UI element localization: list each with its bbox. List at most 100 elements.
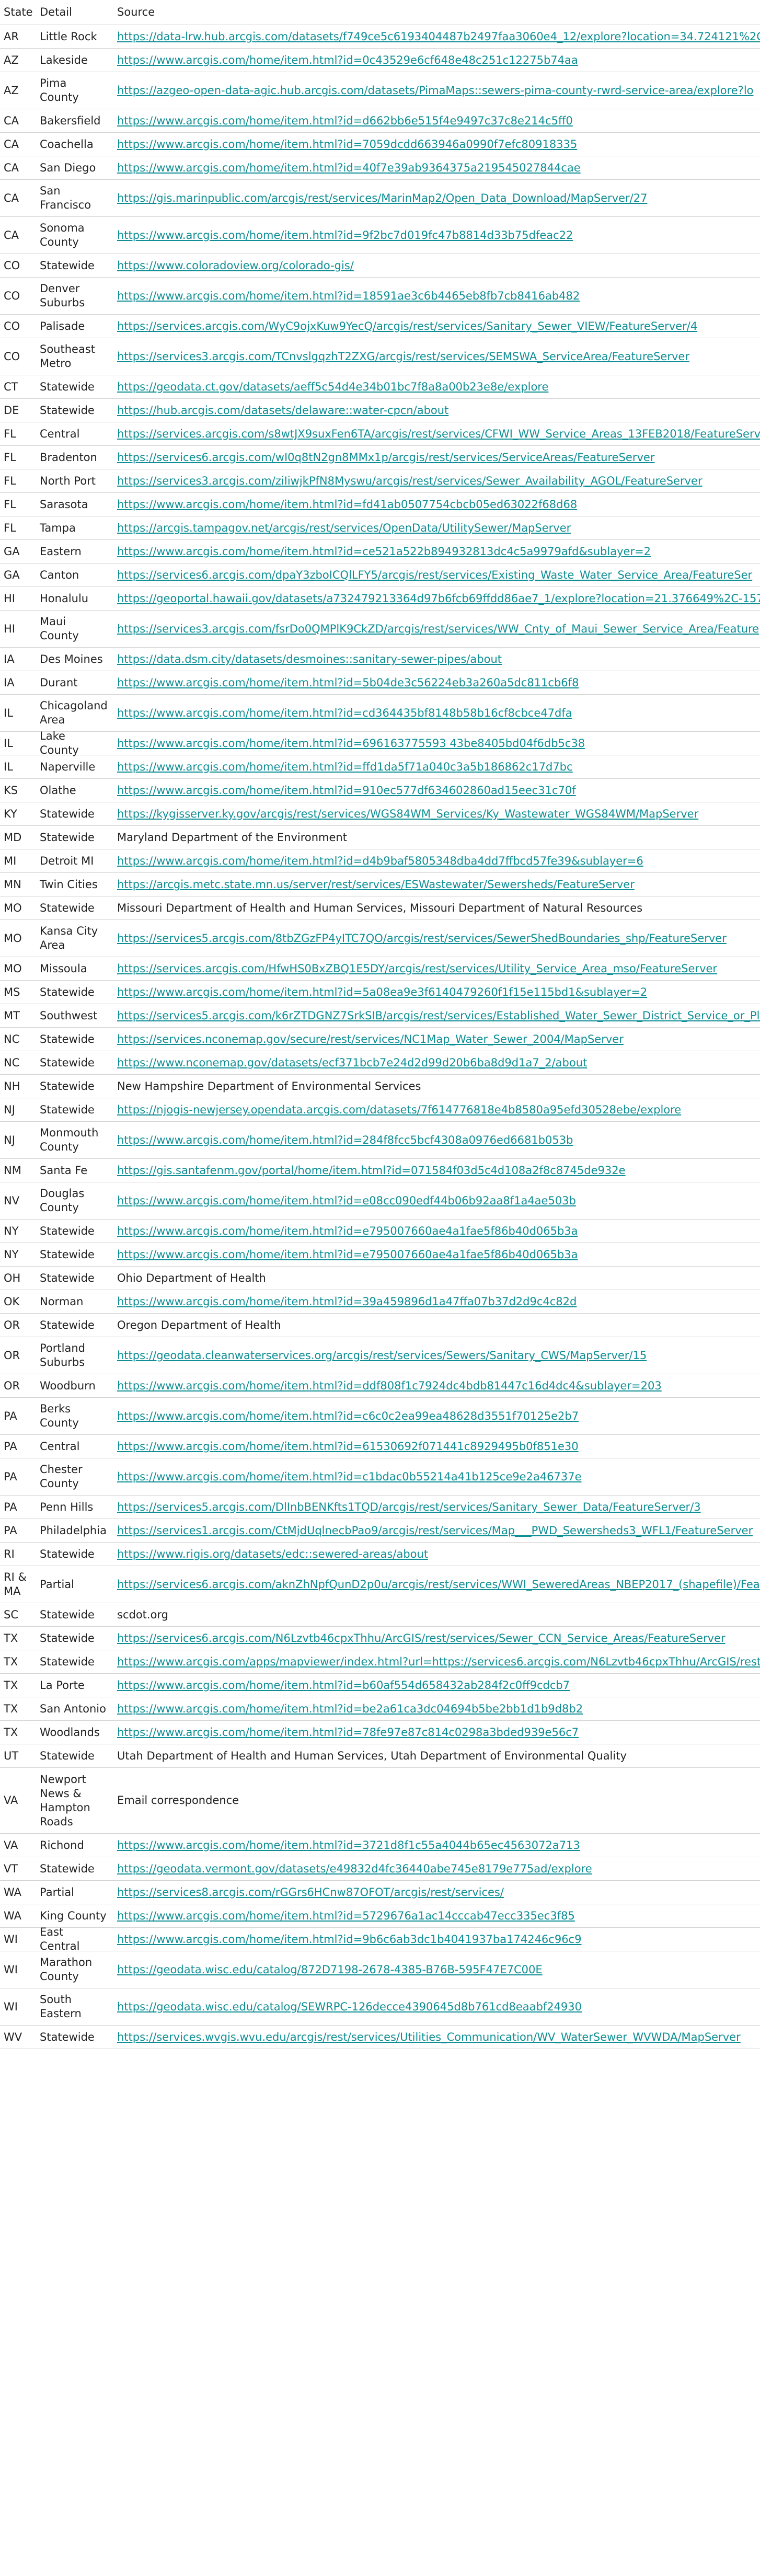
- source-link[interactable]: https://www.arcgis.com/home/item.html?id…: [117, 761, 573, 773]
- table-header: State Detail Source: [0, 0, 760, 25]
- source-link[interactable]: https://services.arcgis.com/WyC9ojxKuw9Y…: [117, 320, 697, 332]
- source-link[interactable]: https://www.arcgis.com/home/item.html?id…: [117, 498, 577, 511]
- cell-state: IL: [4, 760, 13, 773]
- source-link[interactable]: https://arcgis.metc.state.mn.us/server/r…: [117, 878, 635, 891]
- source-link[interactable]: https://www.coloradoview.org/colorado-gi…: [117, 259, 354, 272]
- source-link[interactable]: https://azgeo-open-data-agic.hub.arcgis.…: [117, 84, 754, 97]
- source-link[interactable]: https://geodata.ct.gov/datasets/aeff5c54…: [117, 381, 548, 393]
- cell-state: GA: [4, 568, 20, 581]
- source-link[interactable]: https://www.arcgis.com/home/item.html?id…: [117, 707, 572, 719]
- source-link[interactable]: https://services6.arcgis.com/N6Lzvtb46cp…: [117, 1632, 726, 1644]
- source-link[interactable]: https://www.arcgis.com/home/item.html?id…: [117, 676, 579, 689]
- source-link[interactable]: https://www.arcgis.com/home/item.html?id…: [117, 1470, 582, 1483]
- source-link[interactable]: https://www.arcgis.com/home/item.html?id…: [117, 986, 647, 998]
- source-link[interactable]: https://services3.arcgis.com/ziIiwjkPfN8…: [117, 475, 703, 487]
- source-link[interactable]: https://geodata.cleanwaterservices.org/a…: [117, 1349, 647, 1362]
- source-link[interactable]: https://services5.arcgis.com/8tbZGzFP4yI…: [117, 932, 727, 945]
- cell-state: TX: [4, 1726, 18, 1739]
- source-link[interactable]: https://www.arcgis.com/home/item.html?id…: [117, 1703, 583, 1715]
- table-row: TX Statewide https://www.arcgis.com/apps/m…: [0, 1650, 760, 1674]
- source-link[interactable]: https://www.arcgis.com/home/item.html?id…: [117, 1248, 578, 1261]
- source-link[interactable]: https://services3.arcgis.com/fsrDo0QMPlK…: [117, 623, 759, 635]
- cell-source: https://www.arcgis.com/home/item.html?id…: [111, 53, 760, 67]
- source-link[interactable]: https://www.arcgis.com/home/item.html?id…: [117, 162, 581, 174]
- source-link[interactable]: https://www.arcgis.com/home/item.html?id…: [117, 1910, 575, 1922]
- source-link[interactable]: https://services.wvgis.wvu.edu/arcgis/re…: [117, 2031, 741, 2043]
- cell-state: RI & MA: [4, 1571, 27, 1597]
- source-link[interactable]: https://services.arcgis.com/s8wtJX9suxFe…: [117, 428, 760, 440]
- source-link[interactable]: https://services6.arcgis.com/wI0q8tN2gn8…: [117, 451, 654, 464]
- source-link[interactable]: https://www.arcgis.com/home/item.html?id…: [117, 1379, 662, 1392]
- cell-detail: Pima County: [40, 77, 79, 104]
- source-link[interactable]: https://services1.arcgis.com/CtMjdUqlnec…: [117, 1524, 753, 1537]
- source-link[interactable]: https://data.dsm.city/datasets/desmoines…: [117, 653, 502, 665]
- source-link[interactable]: https://geodata.wisc.edu/catalog/SEWRPC-…: [117, 2000, 582, 2013]
- source-link[interactable]: https://www.arcgis.com/home/item.html?id…: [117, 1134, 573, 1146]
- cell-detail: San Francisco: [40, 185, 91, 211]
- source-link[interactable]: https://www.arcgis.com/home/item.html?id…: [117, 229, 573, 242]
- table-row: IL Chicagoland Area https://www.arcgis.com…: [0, 695, 760, 732]
- source-link[interactable]: https://njogis-newjersey.opendata.arcgis…: [117, 1103, 681, 1116]
- cell-state: CO: [4, 289, 20, 302]
- source-link[interactable]: https://services5.arcgis.com/k6rZTDGNZ7S…: [117, 1009, 760, 1022]
- source-link[interactable]: https://kygisserver.ky.gov/arcgis/rest/s…: [117, 808, 698, 820]
- source-link[interactable]: https://arcgis.tampagov.net/arcgis/rest/…: [117, 522, 571, 534]
- table-row: KS Olathe https://www.arcgis.com/home/item…: [0, 779, 760, 802]
- source-link[interactable]: https://www.arcgis.com/home/item.html?id…: [117, 1933, 581, 1946]
- source-link[interactable]: https://hub.arcgis.com/datasets/delaware…: [117, 404, 448, 417]
- source-link[interactable]: https://www.nconemap.gov/datasets/ecf371…: [117, 1056, 587, 1069]
- source-link[interactable]: https://www.arcgis.com/apps/mapviewer/in…: [117, 1655, 760, 1668]
- source-link[interactable]: https://services5.arcgis.com/DlInbBENKft…: [117, 1501, 701, 1513]
- cell-state: NH: [4, 1079, 20, 1092]
- cell-detail: Des Moines: [40, 652, 103, 665]
- source-link[interactable]: https://www.arcgis.com/home/item.html?id…: [117, 290, 580, 302]
- source-link[interactable]: https://www.arcgis.com/home/item.html?id…: [117, 1679, 570, 1692]
- source-link[interactable]: https://www.arcgis.com/home/item.html?id…: [117, 1410, 579, 1422]
- source-link[interactable]: https://gis.marinpublic.com/arcgis/rest/…: [117, 192, 647, 204]
- source-link[interactable]: https://www.arcgis.com/home/item.html?id…: [117, 1295, 577, 1308]
- cell-source: https://arcgis.tampagov.net/arcgis/rest/…: [111, 521, 760, 535]
- cell-state: CO: [4, 259, 20, 272]
- table-row: HI Maui County https://services3.arcgis.co…: [0, 611, 760, 648]
- source-link[interactable]: https://www.arcgis.com/home/item.html?id…: [117, 54, 578, 66]
- source-link[interactable]: https://geodata.vermont.gov/datasets/e49…: [117, 1862, 592, 1875]
- cell-detail: Statewide: [40, 1862, 95, 1875]
- cell-detail: Statewide: [40, 1608, 95, 1621]
- source-link[interactable]: https://services.arcgis.com/HfwHS0BxZBQ1…: [117, 962, 717, 975]
- cell-state: WI: [4, 2000, 18, 2013]
- cell-state: IL: [4, 737, 13, 750]
- cell-source: https://services6.arcgis.com/wI0q8tN2gn8…: [111, 451, 760, 465]
- source-link[interactable]: https://www.arcgis.com/home/item.html?id…: [117, 545, 651, 558]
- source-link[interactable]: https://services3.arcgis.com/TCnvslgqzhT…: [117, 350, 689, 363]
- source-link[interactable]: https://www.rigis.org/datasets/edc::sewe…: [117, 1548, 428, 1560]
- source-link[interactable]: https://geoportal.hawaii.gov/datasets/a7…: [117, 592, 760, 605]
- cell-source: https://www.arcgis.com/home/item.html?id…: [111, 161, 760, 175]
- source-link[interactable]: https://services.nconemap.gov/secure/res…: [117, 1033, 624, 1045]
- cell-source: https://services6.arcgis.com/N6Lzvtb46cp…: [111, 1631, 760, 1646]
- source-link[interactable]: https://www.arcgis.com/home/item.html?id…: [117, 1194, 576, 1207]
- source-link[interactable]: https://www.arcgis.com/home/item.html?id…: [117, 138, 577, 151]
- source-link[interactable]: https://www.arcgis.com/home/item.html?id…: [117, 855, 643, 867]
- cell-detail: Durant: [40, 676, 78, 689]
- cell-state: PA: [4, 1470, 17, 1483]
- cell-state: MT: [4, 1009, 20, 1022]
- source-link[interactable]: https://www.arcgis.com/home/item.html?id…: [117, 114, 573, 127]
- source-link[interactable]: https://data-lrw.hub.arcgis.com/datasets…: [117, 30, 760, 43]
- source-link[interactable]: https://www.arcgis.com/home/item.html?id…: [117, 784, 576, 797]
- cell-state: HI: [4, 622, 15, 635]
- source-link[interactable]: https://gis.santafenm.gov/portal/home/it…: [117, 1164, 626, 1177]
- cell-state: NJ: [4, 1133, 15, 1146]
- source-link[interactable]: https://www.arcgis.com/home/item.html?id…: [117, 1726, 579, 1739]
- source-link[interactable]: https://www.arcgis.com/home/item.html?id…: [117, 1839, 580, 1852]
- source-link[interactable]: https://www.arcgis.com/home/item.html?id…: [117, 1225, 578, 1237]
- cell-detail: Chicagoland Area: [40, 699, 108, 726]
- table-row: WA Partial https://services8.arcgis.com/rG…: [0, 1881, 760, 1904]
- source-link[interactable]: https://www.arcgis.com/home/item.html?id…: [117, 737, 585, 750]
- source-link[interactable]: https://services6.arcgis.com/aknZhNpfQun…: [117, 1578, 760, 1591]
- source-link[interactable]: https://www.arcgis.com/home/item.html?id…: [117, 1440, 579, 1453]
- source-link[interactable]: https://geodata.wisc.edu/catalog/872D719…: [117, 1963, 543, 1976]
- source-link[interactable]: https://services6.arcgis.com/dpaY3zboICQ…: [117, 569, 752, 581]
- cell-state: WI: [4, 1963, 18, 1976]
- source-link[interactable]: https://services8.arcgis.com/rGGrs6HCnw8…: [117, 1886, 504, 1899]
- cell-source: https://services3.arcgis.com/ziIiwjkPfN8…: [111, 474, 760, 488]
